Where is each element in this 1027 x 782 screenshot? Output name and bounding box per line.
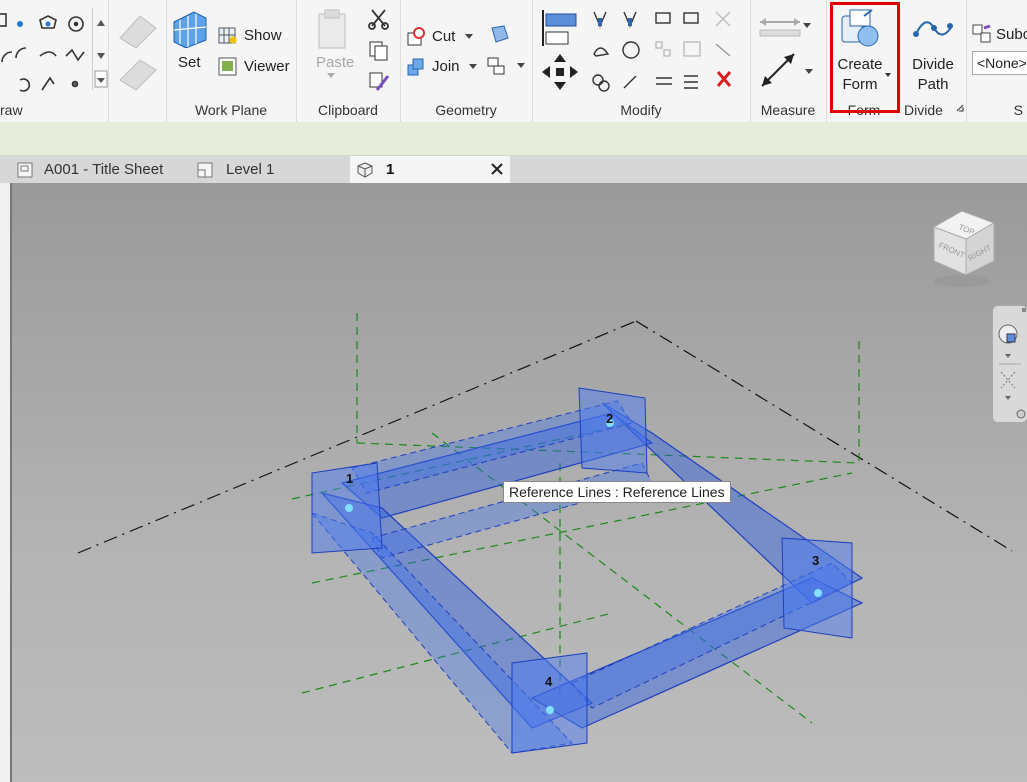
subcategory-panel: Subc <None> S (966, 0, 1027, 122)
clipboard-panel-label: Clipboard (318, 102, 378, 118)
wall-join-icon[interactable] (488, 24, 512, 46)
join-icon (407, 58, 424, 76)
chevron-down-icon[interactable] (516, 62, 526, 70)
tab-label: Level 1 (226, 161, 275, 178)
draw-panel: raw (0, 0, 109, 122)
tab-3d-view[interactable]: 1 (350, 156, 510, 183)
subcategory-panel-label-partial: S (1013, 102, 1023, 118)
chevron-down-icon (94, 20, 108, 88)
tab-level-1[interactable]: Level 1 (190, 156, 350, 183)
node-label-1: 1 (346, 471, 353, 486)
chevron-down-icon[interactable] (464, 33, 474, 41)
divide-path-icon (913, 21, 953, 37)
paste-icon (318, 9, 346, 49)
options-bar (0, 122, 1027, 156)
cut-button[interactable]: Cut (432, 28, 455, 45)
paste-button[interactable]: Paste (316, 54, 354, 71)
3d-view-icon (357, 162, 373, 178)
subcategory-select[interactable]: <None> (972, 51, 1027, 75)
chevron-down-icon[interactable] (468, 63, 478, 71)
draw-gallery-scroll[interactable] (92, 8, 109, 90)
zoom-icon (1000, 371, 1016, 389)
tab-title-sheet[interactable]: A001 - Title Sheet (10, 156, 186, 183)
navigation-bar-icons (998, 308, 1026, 419)
split-face-icon[interactable] (486, 54, 512, 78)
scissors-icon[interactable] (368, 8, 390, 30)
3d-viewport[interactable]: 1 2 3 4 Reference Lines : Reference Line… (10, 183, 1027, 782)
copy-icon[interactable] (368, 40, 390, 62)
align-icon[interactable] (540, 8, 580, 48)
show-workplane-icon (218, 27, 237, 44)
create-form-highlight-box (830, 2, 900, 113)
measure-panel: Measure (750, 0, 827, 122)
geometry-panel: Cut Join Geometry (400, 0, 533, 122)
modify-panel-label: Modify (620, 102, 662, 118)
close-icon[interactable] (490, 162, 504, 176)
clipboard-panel: Paste Clipboard (296, 0, 401, 122)
navigation-bar (992, 305, 1027, 423)
viewcube[interactable]: TOP FRONT RIGHT (926, 205, 998, 289)
tab-label: 1 (386, 161, 395, 178)
modify-panel: Modify (532, 0, 751, 122)
chevron-down-icon (1005, 396, 1011, 400)
modify-tools-icon[interactable] (590, 8, 750, 94)
pick-lines-icon[interactable] (116, 8, 160, 92)
ribbon: raw Set Show Viewer Work Plane Paste Cli… (0, 0, 1027, 123)
show-button[interactable]: Show (244, 27, 282, 44)
panel-launcher-icon[interactable] (956, 104, 964, 112)
measure-panel-label: Measure (760, 102, 816, 118)
cut-icon (407, 27, 425, 46)
move-icon[interactable] (540, 52, 580, 92)
set-workplane-icon (173, 11, 207, 48)
viewer-icon (218, 57, 237, 76)
divide-panel: Divide Path Divide (902, 0, 967, 122)
node-label-3: 3 (812, 553, 819, 568)
work-plane-panel-label: Work Plane (194, 102, 268, 118)
view-tab-bar: A001 - Title Sheet Level 1 1 (0, 156, 1027, 183)
viewer-button[interactable]: Viewer (244, 58, 290, 75)
sheet-icon (17, 162, 33, 178)
divide-path-button[interactable]: Divide Path (908, 55, 958, 95)
work-plane-panel: Set Show Viewer Work Plane (166, 0, 297, 122)
join-button[interactable]: Join (432, 58, 460, 75)
geometry-panel-label: Geometry (435, 102, 497, 118)
node-label-4: 4 (545, 674, 553, 689)
chevron-down-icon[interactable] (804, 68, 814, 76)
dimension-icon[interactable] (756, 48, 800, 92)
chevron-down-icon[interactable] (802, 22, 812, 30)
match-properties-icon[interactable] (368, 70, 390, 92)
divide-path-line2: Path (917, 76, 949, 93)
tooltip: Reference Lines : Reference Lines (503, 481, 731, 503)
set-button[interactable]: Set (178, 54, 201, 71)
draw-panel-label: raw (0, 102, 23, 118)
chevron-down-icon (1005, 354, 1011, 358)
subcategory-icon (972, 24, 991, 43)
node-label-2: 2 (606, 411, 613, 426)
chevron-down-icon (327, 73, 335, 78)
tab-label: A001 - Title Sheet (44, 161, 164, 178)
pick-panel (108, 0, 167, 122)
measure-distance-icon[interactable] (756, 12, 808, 42)
floor-plan-icon (197, 162, 213, 178)
divide-path-line1: Divide (912, 56, 954, 73)
subcategory-label: Subc (996, 26, 1027, 43)
